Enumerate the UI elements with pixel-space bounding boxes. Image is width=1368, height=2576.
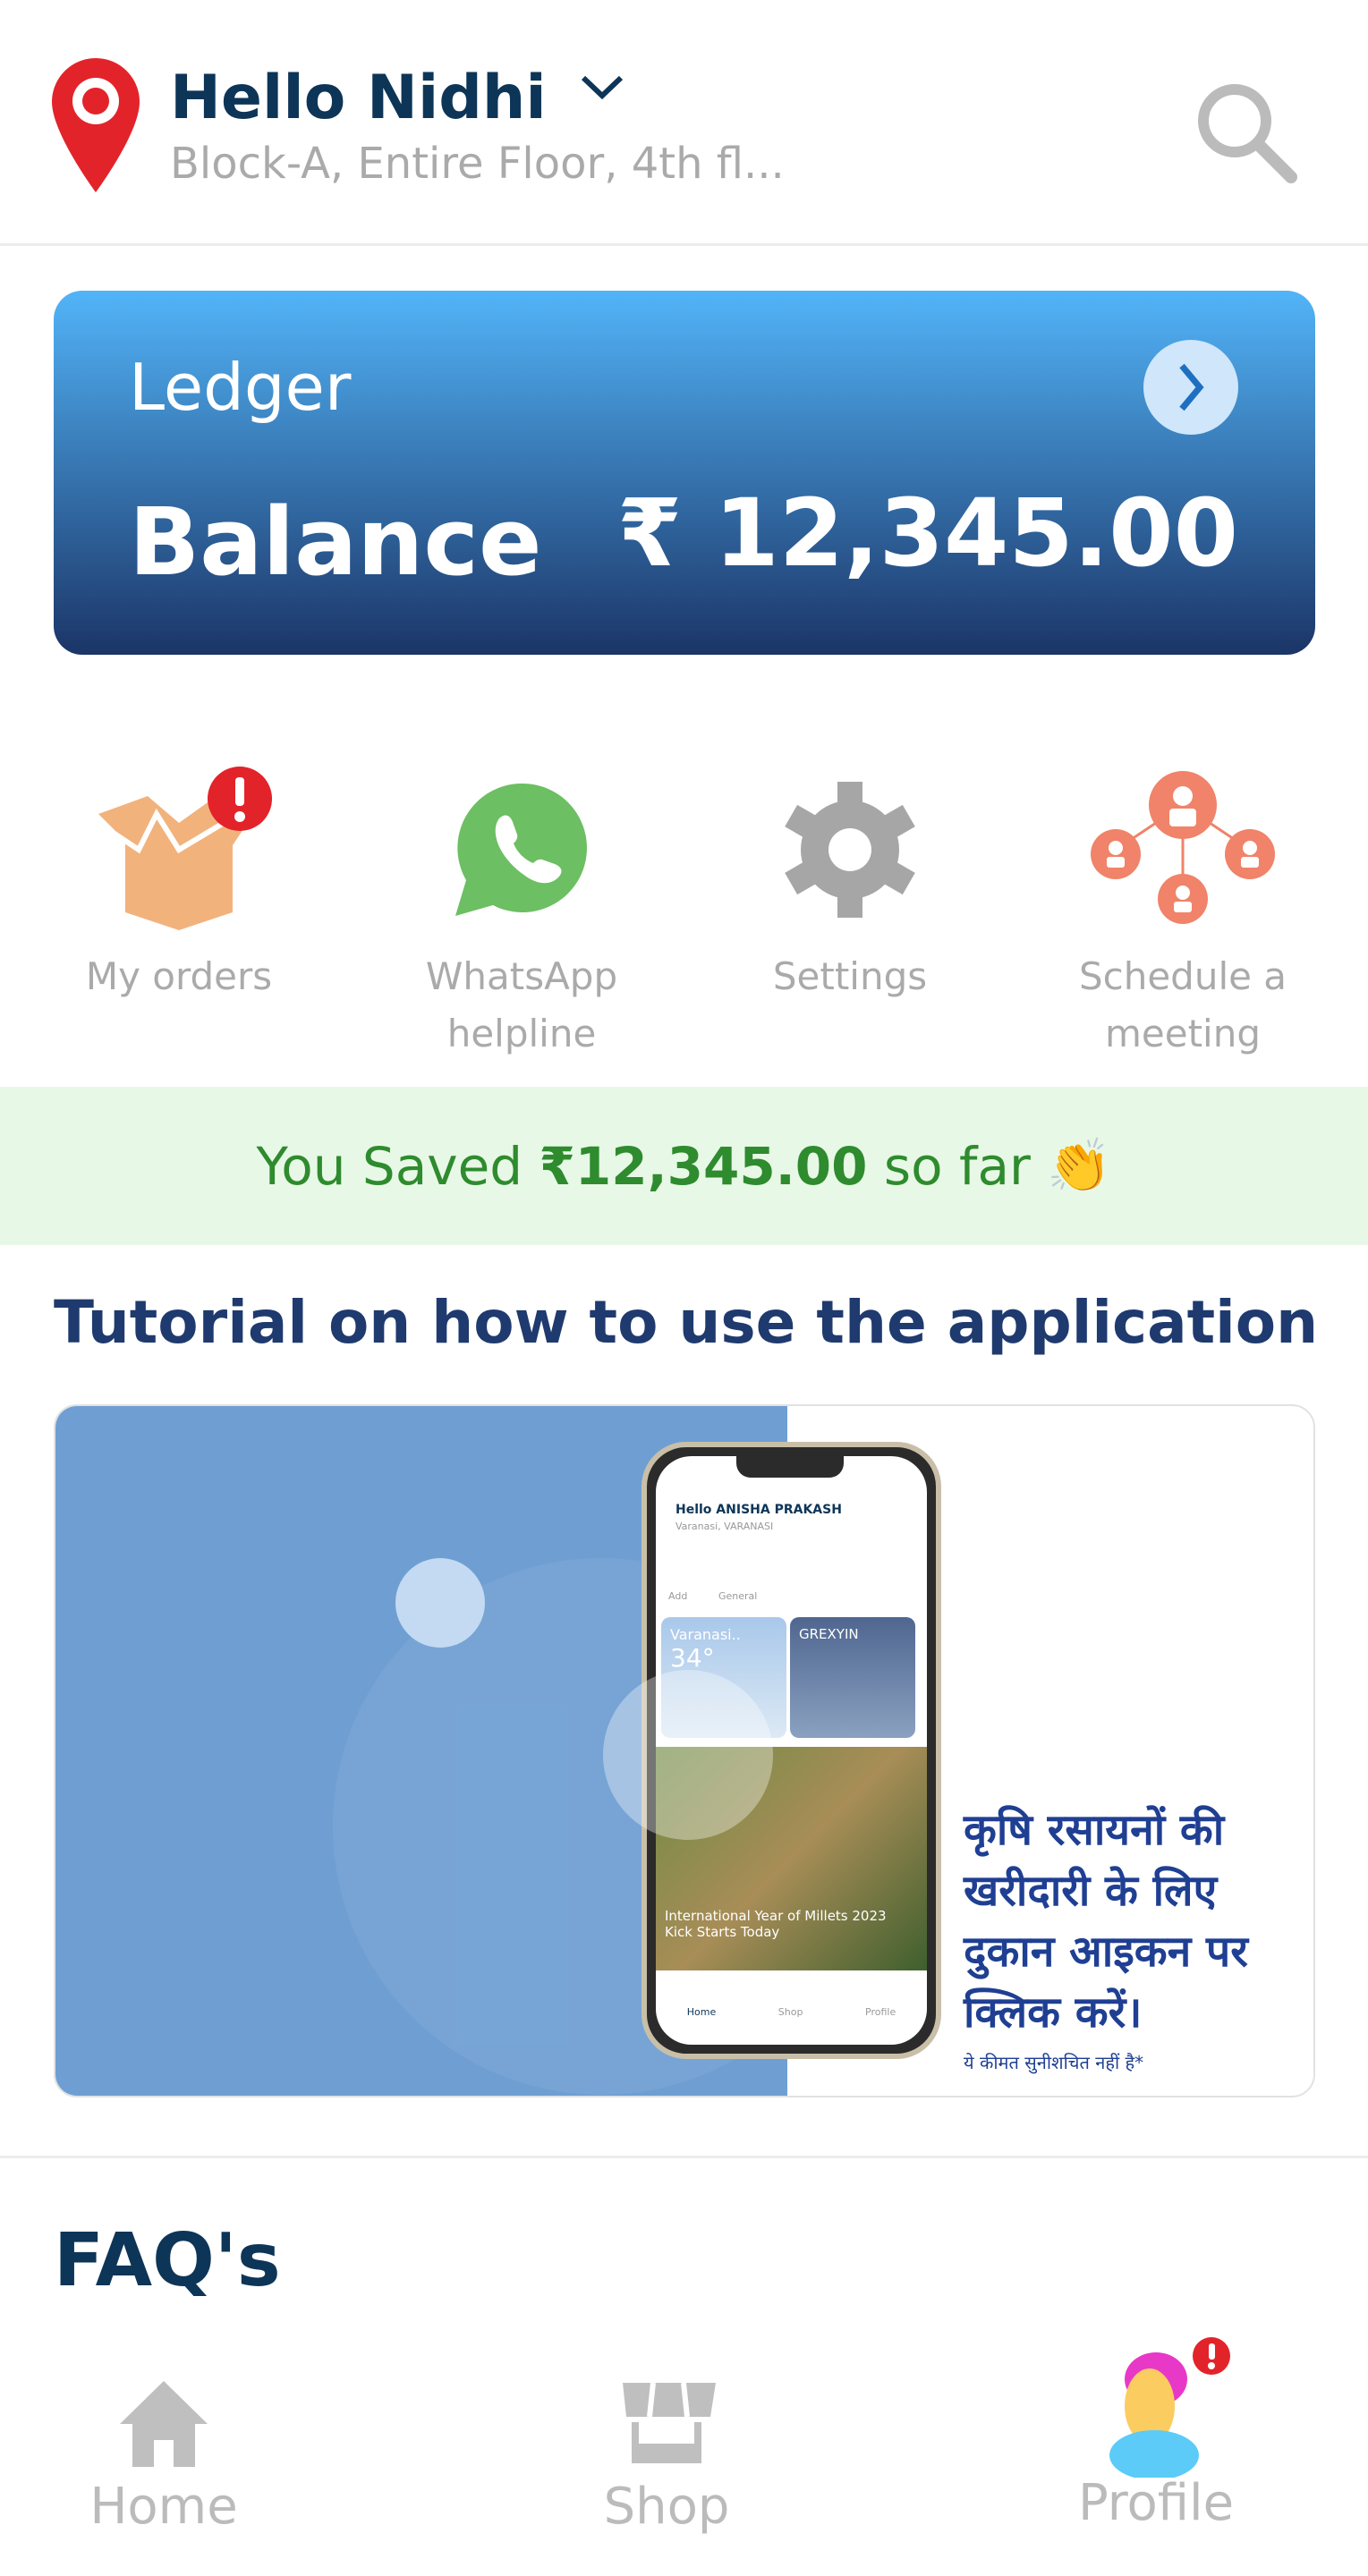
clapping-hands-icon: 👏 — [1047, 1135, 1112, 1196]
greeting-title[interactable]: Hello Nidhi — [170, 63, 625, 133]
search-icon[interactable] — [1194, 80, 1297, 187]
quick-action-label: Settings — [772, 954, 928, 998]
alert-badge-icon — [1193, 2337, 1230, 2375]
nav-shop[interactable]: Shop — [532, 2379, 801, 2536]
quick-action-whatsapp[interactable]: WhatsApp helpline — [378, 769, 665, 1063]
section-divider — [0, 2156, 1368, 2158]
mock-location: Varanasi, VARANASI — [676, 1521, 774, 1532]
header-divider — [0, 243, 1368, 246]
mock-nav-profile: Profile — [865, 2006, 896, 2018]
mock-nav-shop: Shop — [777, 2006, 803, 2018]
tutorial-video[interactable]: Hello ANISHA PRAKASH Varanasi, VARANASI … — [54, 1404, 1315, 2097]
savings-prefix: You Saved — [256, 1135, 540, 1197]
play-button[interactable] — [603, 1670, 773, 1840]
nav-home[interactable]: Home — [30, 2379, 298, 2536]
quick-action-label: Schedule a meeting — [1078, 954, 1287, 1055]
tutorial-hindi-text: कृषि रसायनों की खरीदारी के लिए दुकान आइक… — [964, 1805, 1248, 2038]
ledger-card[interactable]: Ledger Balance ₹ 12,345.00 — [54, 291, 1315, 655]
savings-amount: ₹12,345.00 — [539, 1135, 868, 1197]
quick-action-label: My orders — [85, 954, 273, 998]
quick-action-schedule-meeting[interactable]: Schedule a meeting — [1040, 769, 1326, 1063]
tutorial-disclaimer: ये कीमत सुनीशचित नहीं है* — [964, 2052, 1144, 2073]
mock-temp: 34° — [670, 1643, 715, 1673]
quick-action-my-orders[interactable]: My orders — [36, 767, 322, 1005]
tutorial-title: Tutorial on how to use the application — [54, 1288, 1319, 1357]
quick-action-label: WhatsApp helpline — [425, 954, 618, 1055]
quick-action-settings[interactable]: Settings — [707, 769, 993, 1005]
greeting-text: Hello Nidhi — [170, 63, 547, 133]
nav-profile[interactable]: Profile — [1022, 2337, 1290, 2532]
shop-icon — [623, 2382, 716, 2463]
nav-label: Profile — [1077, 2474, 1235, 2532]
address-text[interactable]: Block-A, Entire Floor, 4th fl... — [170, 139, 785, 189]
nav-label: Shop — [603, 2478, 730, 2536]
whatsapp-icon — [455, 783, 587, 916]
savings-banner: You Saved ₹12,345.00 so far 👏 — [0, 1087, 1368, 1245]
nav-label: Home — [89, 2478, 238, 2536]
mock-greeting: Hello ANISHA PRAKASH — [676, 1503, 842, 1517]
home-icon — [120, 2381, 208, 2467]
balance-amount: ₹ 12,345.00 — [616, 479, 1238, 588]
mock-general: General — [718, 1590, 758, 1602]
gear-icon — [785, 782, 915, 918]
mock-brand: GREXYIN — [790, 1617, 915, 1738]
alert-badge-icon — [208, 767, 272, 831]
mock-nav-home: Home — [686, 2006, 717, 2018]
chevron-down-icon[interactable] — [580, 74, 625, 101]
mock-weather-city: Varanasi.. — [670, 1626, 741, 1643]
ledger-title: Ledger — [129, 350, 352, 425]
mock-add: Add — [668, 1590, 688, 1602]
savings-suffix: so far — [867, 1135, 1048, 1197]
meeting-network-icon — [1091, 771, 1275, 924]
location-pin-icon[interactable] — [52, 58, 140, 196]
chevron-right-icon[interactable] — [1143, 340, 1238, 435]
balance-label: Balance — [129, 487, 542, 597]
faq-title: FAQ's — [54, 2218, 281, 2303]
